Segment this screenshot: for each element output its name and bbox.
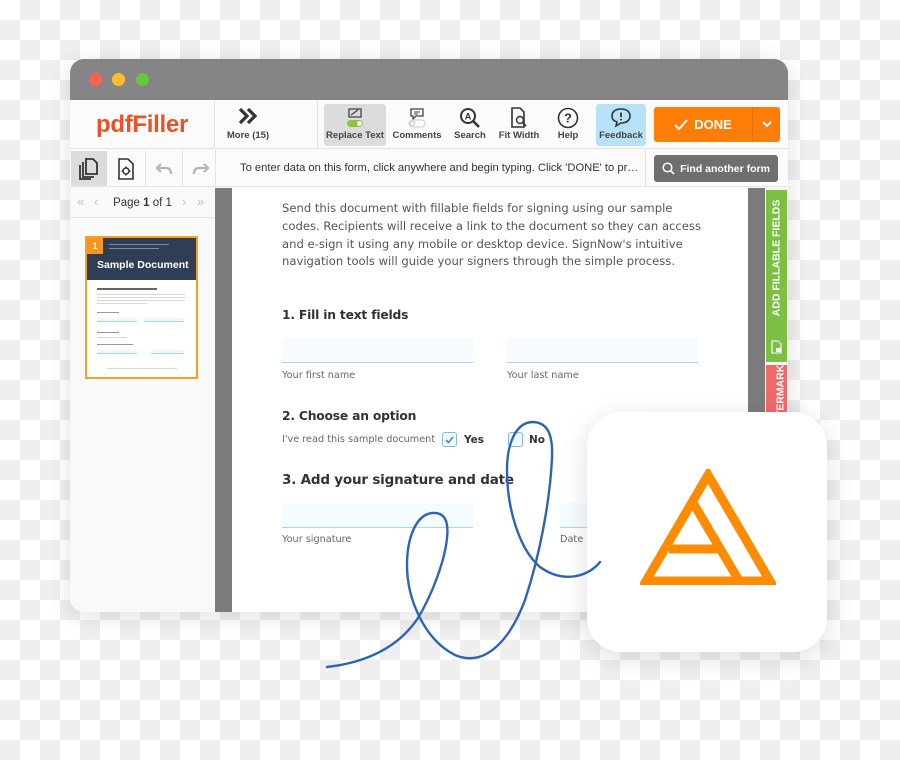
svg-text:?: ?	[564, 111, 572, 126]
help-icon: ?	[557, 107, 579, 129]
minimize-window-button[interactable]	[112, 73, 125, 86]
thumbnail-header: Sample Document	[87, 238, 196, 280]
more-tools-label: More (15)	[226, 130, 270, 141]
undo-icon	[154, 162, 172, 174]
page-indicator: Page 1 of 1	[113, 197, 172, 209]
add-fillable-fields-label: ADD FILLABLE FIELDS	[770, 199, 783, 317]
pages-icon	[79, 157, 98, 180]
next-page-button[interactable]: ›	[182, 194, 186, 209]
title-bar	[70, 59, 788, 100]
section-2-heading: 2. Choose an option	[282, 409, 417, 423]
yes-label: Yes	[464, 434, 485, 446]
last-name-field[interactable]	[507, 338, 698, 363]
no-label: No	[529, 434, 546, 446]
close-window-button[interactable]	[89, 73, 102, 86]
done-dropdown-button[interactable]	[753, 121, 780, 128]
replace-text-button[interactable]: Replace Text	[324, 104, 386, 146]
main-toolbar: pdfFiller More (15) Replace Text Comment…	[70, 100, 788, 149]
chevron-down-icon	[761, 121, 772, 128]
feedback-button[interactable]: Feedback	[596, 104, 646, 146]
page-thumbnail[interactable]: Sample Document 1	[85, 236, 198, 379]
toolbar-divider	[645, 150, 646, 187]
yes-checkbox[interactable]	[442, 432, 457, 447]
comments-label: Comments	[392, 130, 442, 141]
find-another-form-label: Find another form	[680, 162, 770, 175]
pdffiller-logo[interactable]: pdfFiller	[70, 100, 215, 149]
triangle-logo-icon	[640, 469, 776, 585]
help-button[interactable]: ? Help	[548, 104, 588, 146]
page-navigator: « ‹ Page 1 of 1 › »	[70, 188, 215, 218]
no-checkbox[interactable]	[508, 432, 523, 447]
intro-paragraph: Send this document with fillable fields …	[282, 201, 702, 269]
done-button-group: DONE	[654, 107, 780, 142]
last-page-button[interactable]: »	[197, 194, 204, 209]
first-name-field[interactable]	[282, 338, 473, 363]
feedback-bubble-icon	[611, 108, 631, 128]
document-settings-button[interactable]	[108, 151, 144, 186]
find-another-form-button[interactable]: Find another form	[654, 155, 778, 182]
double-chevron-right-icon	[238, 107, 258, 125]
checkmark-icon	[674, 118, 688, 130]
total-pages: 1	[165, 196, 172, 209]
secondary-toolbar: To enter data on this form, click anywhe…	[70, 150, 788, 187]
section-3-heading: 3. Add your signature and date	[282, 472, 514, 488]
date-label: Date	[560, 534, 584, 545]
document-lock-icon	[771, 340, 782, 354]
app-icon-card	[587, 412, 827, 652]
first-page-button[interactable]: «	[77, 194, 84, 209]
fit-width-label: Fit Width	[498, 130, 540, 141]
option-prompt: I've read this sample document	[282, 434, 436, 445]
instruction-hint: To enter data on this form, click anywhe…	[240, 162, 639, 174]
thumbnail-page-number: 1	[87, 238, 103, 254]
comments-button[interactable]: Comments	[390, 104, 444, 146]
redo-button[interactable]	[182, 151, 218, 186]
search-text-icon: A	[460, 108, 480, 128]
help-label: Help	[557, 130, 579, 141]
more-tools-button[interactable]: More (15)	[220, 104, 276, 146]
checkmark-icon	[445, 435, 454, 444]
undo-button[interactable]	[145, 151, 181, 186]
redo-icon	[192, 162, 210, 174]
comment-icon	[408, 108, 426, 128]
last-name-label: Your last name	[507, 370, 579, 381]
edit-text-icon	[347, 108, 363, 127]
pages-panel-button[interactable]	[71, 151, 107, 186]
fit-width-button[interactable]: Fit Width	[496, 104, 542, 146]
prev-page-button[interactable]: ‹	[94, 194, 98, 209]
fit-width-icon	[511, 107, 527, 128]
search-label: Search	[454, 130, 486, 141]
search-icon	[662, 162, 675, 175]
maximize-window-button[interactable]	[136, 73, 149, 86]
toolbar-divider	[215, 150, 216, 187]
feedback-label: Feedback	[599, 130, 643, 141]
svg-text:A: A	[465, 112, 472, 122]
replace-text-label: Replace Text	[326, 130, 384, 141]
toolbar-divider	[317, 100, 318, 149]
page-prefix: Page	[113, 196, 144, 209]
add-fillable-fields-tab[interactable]: ADD FILLABLE FIELDS	[766, 190, 787, 362]
thumbnail-title: Sample Document	[97, 259, 189, 271]
done-button[interactable]: DONE	[654, 107, 753, 142]
page-of: of	[149, 196, 166, 209]
left-scrollbar[interactable]	[215, 188, 232, 612]
search-button[interactable]: A Search	[450, 104, 490, 146]
done-label: DONE	[694, 117, 732, 132]
signature-label: Your signature	[282, 534, 352, 545]
first-name-label: Your first name	[282, 370, 356, 381]
pages-panel: « ‹ Page 1 of 1 › » Sample Document 1	[70, 188, 215, 612]
document-gear-icon	[118, 157, 134, 180]
signature-field[interactable]	[282, 503, 473, 528]
section-1-heading: 1. Fill in text fields	[282, 308, 409, 322]
